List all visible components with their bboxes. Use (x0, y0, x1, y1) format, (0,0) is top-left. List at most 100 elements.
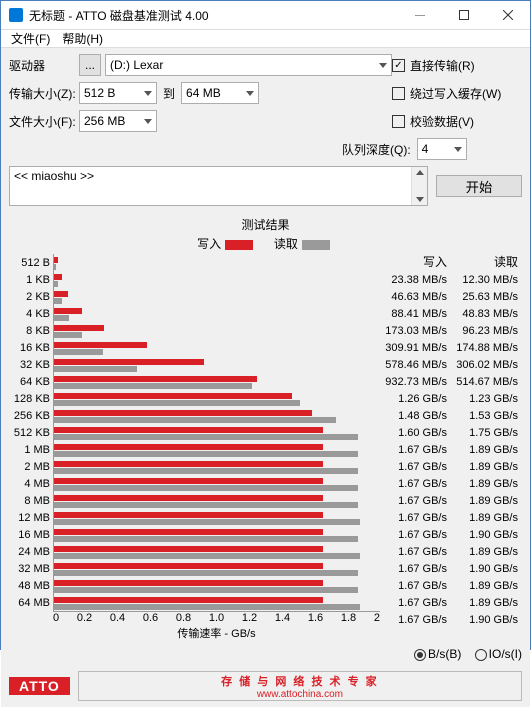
read-swatch (302, 240, 330, 250)
row-label: 128 KB (6, 393, 50, 405)
write-bar (54, 580, 323, 586)
scroll-down-icon (416, 197, 424, 202)
browse-button[interactable]: ... (79, 54, 101, 76)
read-bar (54, 604, 360, 610)
read-bar (54, 383, 252, 389)
read-bar (54, 587, 358, 593)
read-value: 12.30 MB/s (451, 272, 518, 289)
chart-row: 32 MB (54, 560, 380, 577)
row-label: 2 KB (6, 291, 50, 303)
write-value: 1.67 GB/s (380, 612, 447, 629)
drive-combo[interactable]: (D:) Lexar (105, 54, 392, 76)
chart-row: 24 MB (54, 543, 380, 560)
write-value: 578.46 MB/s (380, 357, 447, 374)
scrollbar[interactable] (411, 167, 427, 205)
write-value: 1.67 GB/s (380, 595, 447, 612)
write-value: 1.67 GB/s (380, 442, 447, 459)
depth-label: 队列深度(Q): (342, 141, 411, 158)
chart-row: 128 KB (54, 390, 380, 407)
read-value: 1.89 GB/s (451, 544, 518, 561)
chart-row: 512 KB (54, 424, 380, 441)
read-value: 1.89 GB/s (451, 493, 518, 510)
titlebar[interactable]: 无标题 - ATTO 磁盘基准测试 4.00 (1, 1, 530, 30)
write-bar (54, 444, 323, 450)
maximize-button[interactable] (442, 1, 486, 29)
xfer-to-combo[interactable]: 64 MB (181, 82, 259, 104)
chart-row: 1 KB (54, 271, 380, 288)
write-value: 1.26 GB/s (380, 391, 447, 408)
read-bar (54, 434, 358, 440)
xfer-from-combo[interactable]: 512 B (79, 82, 157, 104)
write-value: 46.63 MB/s (380, 289, 447, 306)
write-bar (54, 376, 257, 382)
write-bar (54, 410, 312, 416)
read-bar (54, 298, 62, 304)
filesize-label: 文件大小(F): (9, 113, 79, 130)
write-value: 1.67 GB/s (380, 459, 447, 476)
chart-legend: 写入 读取 (9, 235, 522, 252)
read-value: 25.63 MB/s (451, 289, 518, 306)
read-bar (54, 485, 358, 491)
verify-label: 校验数据(V) (410, 113, 474, 130)
xfer-to-label: 到 (163, 85, 175, 102)
write-bar (54, 563, 323, 569)
chart-row: 8 KB (54, 322, 380, 339)
read-value: 1.89 GB/s (451, 510, 518, 527)
read-value: 1.75 GB/s (451, 425, 518, 442)
scroll-up-icon (416, 170, 424, 175)
depth-combo[interactable]: 4 (417, 138, 467, 160)
write-value: 1.67 GB/s (380, 476, 447, 493)
read-bar (54, 366, 137, 372)
read-bar (54, 349, 103, 355)
row-label: 256 KB (6, 410, 50, 422)
write-bar (54, 359, 204, 365)
read-bar (54, 502, 358, 508)
window-title: 无标题 - ATTO 磁盘基准测试 4.00 (29, 7, 398, 24)
minimize-button[interactable] (398, 1, 442, 29)
menu-help[interactable]: 帮助(H) (56, 30, 109, 47)
filesize-combo[interactable]: 256 MB (79, 110, 157, 132)
row-label: 24 MB (6, 546, 50, 558)
write-value: 1.67 GB/s (380, 493, 447, 510)
atto-badge: ATTO (9, 677, 70, 695)
read-bar (54, 536, 358, 542)
write-value: 1.67 GB/s (380, 510, 447, 527)
row-label: 4 KB (6, 308, 50, 320)
verify-checkbox[interactable] (392, 115, 405, 128)
chart-row: 1 MB (54, 441, 380, 458)
chart-row: 512 B (54, 254, 380, 271)
chart-row: 12 MB (54, 509, 380, 526)
write-bar (54, 529, 323, 535)
read-bar (54, 553, 360, 559)
chevron-down-icon (144, 119, 152, 124)
direct-checkbox[interactable]: ✓ (392, 59, 405, 72)
chart-row: 48 MB (54, 577, 380, 594)
chart-title: 测试结果 (9, 216, 522, 233)
row-label: 64 KB (6, 376, 50, 388)
chevron-down-icon (144, 91, 152, 96)
write-value: 1.67 GB/s (380, 561, 447, 578)
read-value: 1.89 GB/s (451, 595, 518, 612)
chart-row: 16 KB (54, 339, 380, 356)
read-value: 1.89 GB/s (451, 442, 518, 459)
chart-row: 4 KB (54, 305, 380, 322)
read-bar (54, 519, 360, 525)
read-value: 1.89 GB/s (451, 459, 518, 476)
chart-row: 16 MB (54, 526, 380, 543)
close-button[interactable] (486, 1, 530, 29)
read-bar (54, 400, 300, 406)
note-textarea[interactable]: << miaoshu >> (9, 166, 428, 206)
menu-file[interactable]: 文件(F) (5, 30, 56, 47)
read-bar (54, 264, 56, 270)
branding: 存 储 与 网 络 技 术 专 家 www.attochina.com (78, 671, 522, 701)
read-bar (54, 468, 358, 474)
read-value: 96.23 MB/s (451, 323, 518, 340)
start-button[interactable]: 开始 (436, 175, 522, 197)
ios-radio[interactable] (475, 649, 487, 661)
read-value: 1.23 GB/s (451, 391, 518, 408)
read-bar (54, 315, 69, 321)
bs-radio[interactable] (414, 649, 426, 661)
bypass-checkbox[interactable] (392, 87, 405, 100)
write-value: 1.60 GB/s (380, 425, 447, 442)
read-value: 1.89 GB/s (451, 578, 518, 595)
